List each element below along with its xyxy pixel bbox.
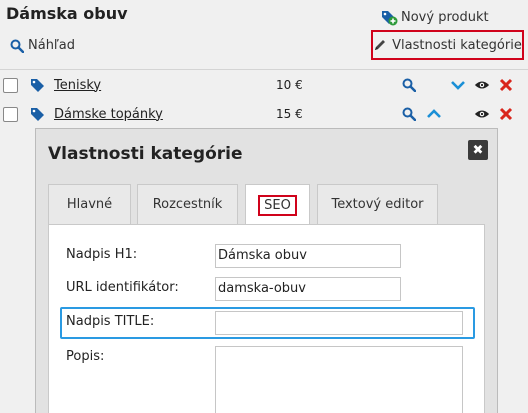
h1-field[interactable]: Dámska obuv xyxy=(215,244,401,268)
row-checkbox[interactable] xyxy=(3,106,18,122)
eye-icon[interactable] xyxy=(474,77,490,93)
description-label: Popis: xyxy=(66,349,105,364)
tab-seo[interactable]: SEO xyxy=(245,184,310,225)
search-icon xyxy=(10,39,24,53)
title-field-highlight xyxy=(60,307,475,339)
tag-icon xyxy=(31,107,44,121)
search-icon[interactable] xyxy=(401,77,417,93)
pencil-icon xyxy=(375,40,386,50)
tab-label: Rozcestník xyxy=(152,197,223,212)
tab-label: SEO xyxy=(258,194,297,216)
category-properties-label: Vlastnosti kategórie xyxy=(392,37,522,53)
eye-icon[interactable] xyxy=(474,106,490,122)
tab-label: Hlavné xyxy=(66,197,113,212)
add-tag-icon xyxy=(382,11,398,26)
category-properties-button[interactable]: Vlastnosti kategórie xyxy=(371,30,524,60)
url-field[interactable]: damska-obuv xyxy=(215,277,401,301)
close-button[interactable]: ✖ xyxy=(468,140,488,160)
page-title: Dámska obuv xyxy=(6,4,128,23)
preview-link[interactable]: Náhľad xyxy=(10,38,75,53)
tab-text-editor[interactable]: Textový editor xyxy=(317,184,438,224)
row-name-link[interactable]: Tenisky xyxy=(54,78,101,93)
new-product-button[interactable]: Nový produkt xyxy=(380,8,489,26)
tab-main[interactable]: Hlavné xyxy=(48,184,131,224)
table-row: Dámske topánky 15 € xyxy=(0,100,528,128)
header-divider xyxy=(0,69,528,70)
url-label: URL identifikátor: xyxy=(66,280,179,295)
tab-crossroad[interactable]: Rozcestník xyxy=(137,184,238,224)
preview-label: Náhľad xyxy=(28,38,76,53)
delete-icon[interactable] xyxy=(498,106,514,122)
delete-icon[interactable] xyxy=(498,77,514,93)
chevron-up-icon[interactable] xyxy=(426,106,442,122)
chevron-down-icon[interactable] xyxy=(450,77,466,93)
dialog-title: Vlastnosti kategórie xyxy=(48,144,243,164)
tab-bar: Hlavné Rozcestník SEO Textový editor xyxy=(48,184,485,225)
row-price: 15 € xyxy=(276,107,303,121)
page: Dámska obuv Náhľad Nový produkt Vlastnos… xyxy=(0,0,528,413)
tab-label: Textový editor xyxy=(331,197,424,212)
table-row: Tenisky 10 € xyxy=(0,71,528,99)
row-price: 10 € xyxy=(276,78,303,92)
description-textarea[interactable] xyxy=(215,346,463,413)
category-properties-dialog: Vlastnosti kategórie ✖ Hlavné Rozcestník… xyxy=(35,128,498,413)
row-name-link[interactable]: Dámske topánky xyxy=(54,107,163,122)
row-checkbox[interactable] xyxy=(3,77,18,93)
search-icon[interactable] xyxy=(401,106,417,122)
new-product-label: Nový produkt xyxy=(401,9,489,25)
h1-label: Nadpis H1: xyxy=(66,247,138,262)
tag-icon xyxy=(31,78,44,92)
